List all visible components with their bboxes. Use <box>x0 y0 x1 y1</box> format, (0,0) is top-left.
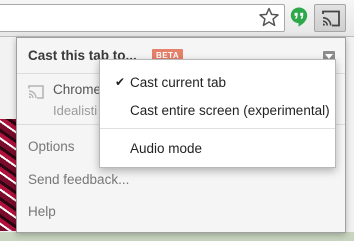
menu-item-audio-mode[interactable]: Audio mode <box>100 138 335 160</box>
cast-icon <box>322 10 340 27</box>
menu-item-label: Audio mode <box>130 141 203 156</box>
menu-item-cast-entire-screen[interactable]: Cast entire screen (experimental) <box>100 100 335 122</box>
omnibox[interactable] <box>0 4 285 32</box>
menu-divider <box>100 128 335 129</box>
device-subtitle: Idealisti <box>53 103 98 118</box>
options-link[interactable]: Options <box>28 139 75 154</box>
checkmark-icon: ✔ <box>115 75 126 89</box>
hangouts-icon[interactable] <box>290 7 308 27</box>
menu-item-label: Cast current tab <box>130 75 227 90</box>
browser-toolbar <box>0 0 354 37</box>
device-name: Chrome <box>53 82 102 97</box>
cast-button[interactable] <box>314 4 346 32</box>
page-bottom-strip <box>0 232 354 241</box>
help-link[interactable]: Help <box>28 204 56 219</box>
send-feedback-link[interactable]: Send feedback... <box>28 172 129 187</box>
menu-item-label: Cast entire screen (experimental) <box>130 103 330 118</box>
page-thumbnail <box>0 119 17 231</box>
cast-device-icon <box>28 85 44 104</box>
star-icon[interactable] <box>259 7 279 27</box>
menu-item-cast-current-tab[interactable]: ✔ Cast current tab <box>100 72 335 94</box>
cast-mode-menu: ✔ Cast current tab Cast entire screen (e… <box>99 59 336 168</box>
